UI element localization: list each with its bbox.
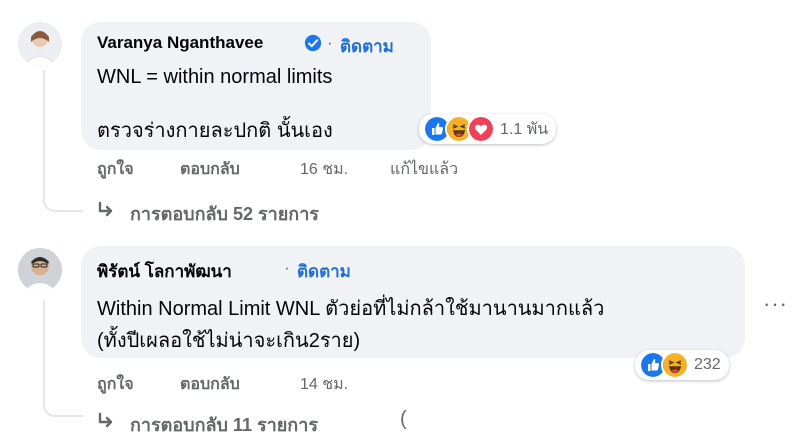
reaction-summary[interactable]: 1.1 พัน xyxy=(419,114,557,144)
thread-line xyxy=(43,300,45,390)
comment-text-line: Within Normal Limit WNL ตัวย่อที่ไม่กล้า… xyxy=(97,298,605,320)
love-icon xyxy=(467,115,495,143)
comment-timestamp[interactable]: 14 ชม. xyxy=(300,372,348,397)
edited-label: แก้ไขแล้ว xyxy=(390,161,459,178)
comment-text-line: (ทั้งปีเผลอใช้ไม่น่าจะเกิน2ราย) xyxy=(97,330,361,352)
avatar[interactable] xyxy=(18,248,62,292)
follow-link[interactable]: ติดตาม xyxy=(340,33,394,60)
more-options-icon[interactable]: ··· xyxy=(763,291,788,317)
follow-link[interactable]: ติดตาม xyxy=(297,258,351,285)
verified-badge-icon xyxy=(304,34,322,52)
thread-line xyxy=(43,70,45,185)
reaction-count: 232 xyxy=(694,356,721,373)
separator-dot: · xyxy=(327,33,333,52)
like-action[interactable]: ถูกใจ xyxy=(97,372,134,397)
comment-text-line: ตรวจร่างกายละปกติ นั้นเอง xyxy=(97,120,333,142)
reply-arrow-icon xyxy=(98,201,113,217)
reply-action[interactable]: ตอบกลับ xyxy=(180,372,240,397)
reply-connector xyxy=(43,180,83,212)
comment-author[interactable]: Varanya Nganthavee xyxy=(97,33,263,53)
separator-dot: · xyxy=(284,258,290,277)
comment-text-line: WNL = within normal limits xyxy=(97,66,333,88)
reaction-summary[interactable]: 232 xyxy=(635,350,729,380)
comment-author[interactable]: พิรัตน์ โลกาพัฒนา xyxy=(97,258,232,285)
loading-indicator-icon: ( xyxy=(400,408,407,430)
reply-arrow-icon xyxy=(98,412,113,428)
like-action[interactable]: ถูกใจ xyxy=(97,157,134,182)
reply-connector xyxy=(43,385,83,417)
haha-icon xyxy=(661,351,689,379)
comment-timestamp[interactable]: 16 ชม. xyxy=(300,157,348,182)
reaction-count: 1.1 พัน xyxy=(500,120,549,138)
avatar[interactable] xyxy=(18,22,62,66)
view-replies-link[interactable]: การตอบกลับ 52 รายการ xyxy=(130,199,319,228)
reply-action[interactable]: ตอบกลับ xyxy=(180,157,240,182)
view-replies-link[interactable]: การตอบกลับ 11 รายการ xyxy=(130,410,318,439)
